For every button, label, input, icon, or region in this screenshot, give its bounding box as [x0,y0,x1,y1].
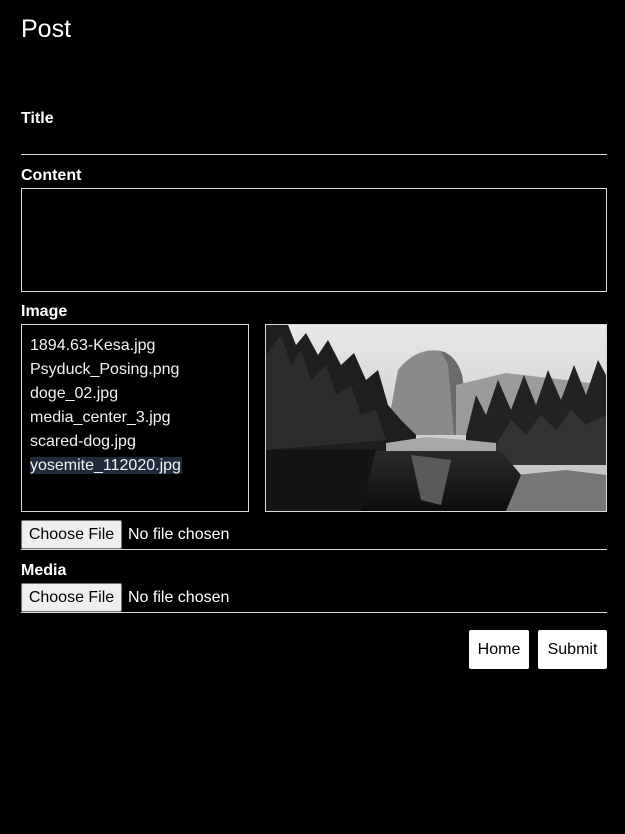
page-title: Post [21,15,72,43]
image-file-option[interactable]: 1894.63-Kesa.jpg [30,334,248,358]
media-file-status: No file chosen [128,589,230,606]
media-file-input[interactable]: Choose File No file chosen [21,583,607,613]
title-input[interactable] [21,134,607,155]
submit-button[interactable]: Submit [538,630,607,669]
media-choose-file-button[interactable]: Choose File [21,583,122,612]
content-label: Content [21,167,82,184]
post-page: Post Title Content Image 1894.63-Kesa.jp… [0,0,625,834]
home-button[interactable]: Home [469,630,529,669]
image-file-list[interactable]: 1894.63-Kesa.jpg Psyduck_Posing.png doge… [21,324,249,512]
media-label: Media [21,562,67,579]
image-label: Image [21,303,68,320]
title-label: Title [21,110,54,127]
divider [21,612,607,613]
image-file-option-selected[interactable]: yosemite_112020.jpg [30,454,248,478]
image-preview [265,324,607,512]
image-choose-file-button[interactable]: Choose File [21,520,122,549]
image-file-option[interactable]: media_center_3.jpg [30,406,248,430]
image-file-option[interactable]: Psyduck_Posing.png [30,358,248,382]
image-file-input[interactable]: Choose File No file chosen [21,520,607,550]
image-file-status: No file chosen [128,526,230,543]
image-file-option[interactable]: doge_02.jpg [30,382,248,406]
divider [21,549,607,550]
image-preview-icon [266,325,606,511]
image-file-option[interactable]: scared-dog.jpg [30,430,248,454]
content-textarea[interactable] [21,188,607,292]
